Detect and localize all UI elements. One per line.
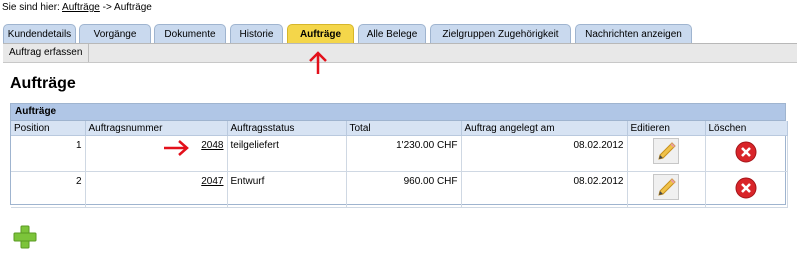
tab-auftraege[interactable]: Aufträge (287, 24, 354, 43)
create-order-button[interactable]: Auftrag erfassen (3, 44, 90, 62)
tab-zielgruppen-zugehoerigkeit[interactable]: Zielgruppen Zugehörigkeit (430, 24, 571, 43)
table-header-row: Position Auftragsnummer Auftragsstatus T… (11, 121, 788, 136)
order-number-link[interactable]: 2048 (201, 140, 223, 151)
column-header-edit: Editieren (627, 121, 706, 136)
column-header-position: Position (11, 121, 86, 136)
cell-total: 960.00 CHF (346, 171, 462, 208)
cell-edit (627, 135, 706, 172)
edit-order-button[interactable] (653, 174, 679, 200)
tab-dokumente[interactable]: Dokumente (154, 24, 226, 43)
tab-vorgaenge[interactable]: Vorgänge (79, 24, 151, 43)
plus-icon[interactable] (12, 224, 38, 250)
cell-position: 2 (11, 171, 86, 208)
orders-panel-title: Aufträge (11, 104, 785, 121)
cell-order-number: 2047 (85, 171, 228, 208)
cell-order-number: 2048 (85, 135, 228, 172)
cell-created: 08.02.2012 (461, 171, 628, 208)
breadcrumb-current: Aufträge (114, 2, 152, 13)
table-row: 2 2047 Entwurf 960.00 CHF 08.02.2012 (11, 171, 788, 208)
sub-toolbar: Auftrag erfassen (3, 43, 797, 63)
order-number-link[interactable]: 2047 (201, 176, 223, 187)
column-header-order-number: Auftragsnummer (85, 121, 228, 136)
delete-x-icon[interactable] (735, 177, 757, 199)
breadcrumb: Sie sind hier: Aufträge -> Aufträge (2, 2, 152, 13)
tab-alle-belege[interactable]: Alle Belege (358, 24, 426, 43)
cell-created: 08.02.2012 (461, 135, 628, 172)
table-row: 1 2048 teilgeliefert 1'230.00 CHF 08.02.… (11, 135, 788, 172)
cell-delete (705, 171, 788, 208)
orders-panel: Aufträge Position Auftragsnummer Auftrag… (10, 103, 788, 208)
column-header-delete: Löschen (705, 121, 788, 136)
red-arrow-icon (164, 140, 189, 156)
edit-order-button[interactable] (653, 138, 679, 164)
tab-kundendetails[interactable]: Kundendetails (3, 24, 76, 43)
cell-status: teilgeliefert (227, 135, 347, 172)
tab-nachrichten-anzeigen[interactable]: Nachrichten anzeigen (575, 24, 692, 43)
delete-x-icon[interactable] (735, 141, 757, 163)
column-header-total: Total (346, 121, 462, 136)
cell-delete (705, 135, 788, 172)
page-title: Aufträge (10, 75, 76, 92)
breadcrumb-link-auftraege[interactable]: Aufträge (62, 2, 100, 13)
cell-position: 1 (11, 135, 86, 172)
red-arrow-icon (309, 51, 327, 74)
orders-table: Position Auftragsnummer Auftragsstatus T… (11, 121, 788, 208)
pencil-icon (658, 142, 676, 160)
cell-status: Entwurf (227, 171, 347, 208)
cell-total: 1'230.00 CHF (346, 135, 462, 172)
tab-historie[interactable]: Historie (230, 24, 283, 43)
column-header-status: Auftragsstatus (227, 121, 347, 136)
breadcrumb-separator: -> (102, 2, 112, 13)
breadcrumb-prefix: Sie sind hier: (2, 2, 60, 13)
pencil-icon (658, 178, 676, 196)
column-header-created: Auftrag angelegt am (461, 121, 628, 136)
cell-edit (627, 171, 706, 208)
